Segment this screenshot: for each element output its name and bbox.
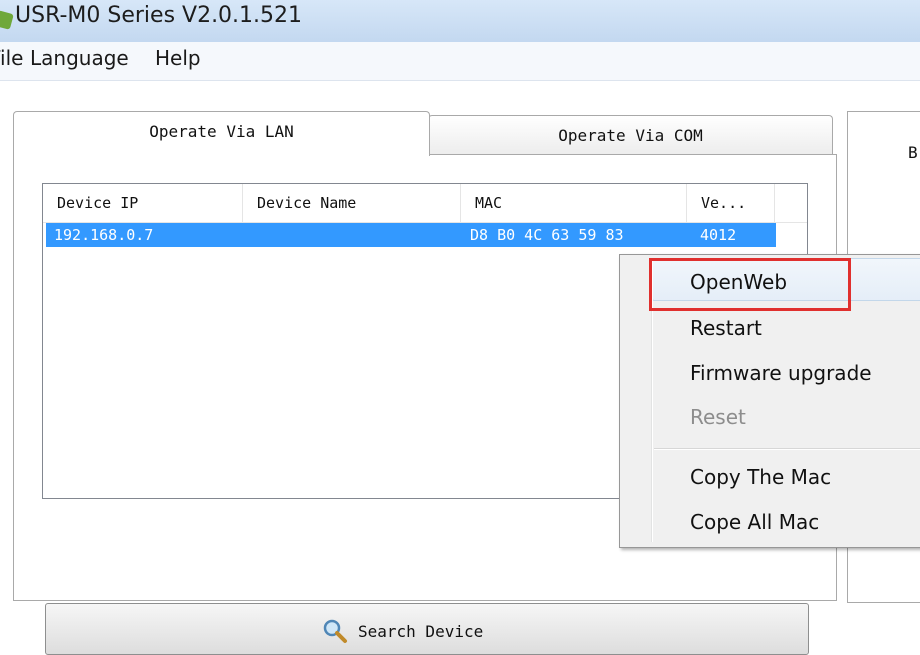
column-header-device-name[interactable]: Device Name [243, 184, 461, 222]
openweb-highlight-box [649, 258, 851, 311]
menu-item-reset: Reset [690, 405, 746, 429]
cell-version: 4012 [700, 226, 737, 244]
column-header-version[interactable]: Ve... [687, 184, 775, 222]
tab-label-lan: Operate Via LAN [149, 122, 294, 141]
menu-file[interactable]: File [0, 46, 23, 70]
app-icon [0, 10, 14, 30]
search-device-button[interactable]: Search Device [45, 603, 809, 655]
search-device-label: Search Device [358, 621, 484, 641]
column-header-mac[interactable]: MAC [461, 184, 687, 222]
menu-language[interactable]: Language [30, 46, 129, 70]
tab-operate-via-com[interactable]: Operate Via COM [428, 115, 833, 156]
context-menu-separator [654, 448, 920, 450]
menu-item-firmware-upgrade[interactable]: Firmware upgrade [690, 361, 872, 385]
tab-label-com: Operate Via COM [558, 126, 703, 145]
menu-item-restart[interactable]: Restart [690, 316, 762, 340]
tab-operate-via-lan[interactable]: Operate Via LAN [13, 111, 430, 156]
device-list-header: Device IP Device Name MAC Ve... [43, 184, 807, 223]
column-header-device-ip[interactable]: Device IP [43, 184, 243, 222]
cell-device-ip: 192.168.0.7 [54, 226, 154, 244]
menu-bar: File Language Help [0, 42, 920, 81]
window-title: USR-M0 Series V2.0.1.521 [15, 3, 303, 28]
cell-mac: D8 B0 4C 63 59 83 [470, 226, 624, 244]
search-icon [323, 619, 347, 643]
menu-item-cope-all-mac[interactable]: Cope All Mac [690, 510, 819, 534]
menu-item-copy-the-mac[interactable]: Copy The Mac [690, 465, 831, 489]
right-panel-label: B [908, 143, 918, 162]
table-row[interactable]: 192.168.0.7 D8 B0 4C 63 59 83 4012 [46, 223, 776, 247]
menu-help[interactable]: Help [155, 46, 201, 70]
title-bar: USR-M0 Series V2.0.1.521 [0, 0, 920, 43]
